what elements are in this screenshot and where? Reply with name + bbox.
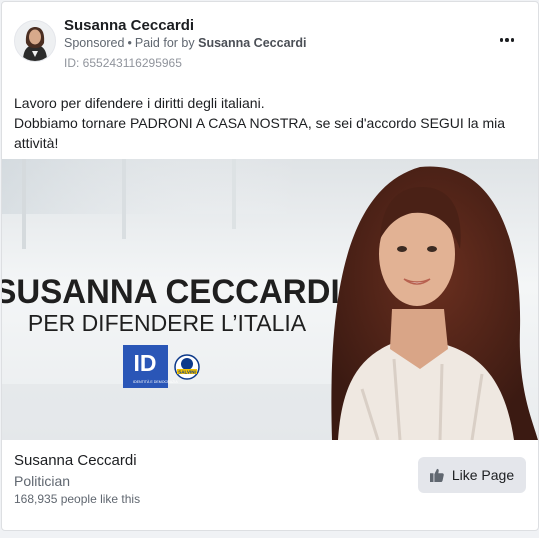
like-page-label: Like Page xyxy=(451,467,515,483)
ad-card: Susanna Ceccardi Sponsored • Paid for by S… xyxy=(1,1,539,531)
ad-id: ID: 655243116295965 xyxy=(64,56,182,70)
meta-separator: • xyxy=(127,36,132,50)
page-name-link[interactable]: Susanna Ceccardi xyxy=(64,17,194,34)
logo-id-letters: ID xyxy=(134,350,157,376)
like-page-button[interactable]: Like Page xyxy=(418,457,526,493)
message-line: Lavoro per difendere i diritti degli ita… xyxy=(14,95,265,111)
avatar-portrait xyxy=(15,21,55,61)
page-footer: Susanna Ceccardi Politician 168,935 peop… xyxy=(2,440,538,530)
page-avatar[interactable] xyxy=(14,20,56,62)
ad-image[interactable]: SUSANNA CECCARDI PER DIFENDERE L’ITALIA … xyxy=(2,159,538,440)
logo-id-caption: IDENTITÀ E DEMOCRAZIA xyxy=(133,380,178,384)
sponsored-label[interactable]: Sponsored xyxy=(64,36,124,50)
ad-creative-graphic: SUSANNA CECCARDI PER DIFENDERE L’ITALIA … xyxy=(2,159,538,440)
sponsored-line: Sponsored • Paid for by Susanna Ceccardi xyxy=(64,36,307,50)
post-header: Susanna Ceccardi Sponsored • Paid for by S… xyxy=(2,2,538,82)
paid-for-prefix: Paid for by xyxy=(134,36,195,50)
page-like-count: 168,935 people like this xyxy=(14,492,141,506)
post-message: Lavoro per difendere i diritti degli ita… xyxy=(14,93,524,153)
footer-page-name[interactable]: Susanna Ceccardi xyxy=(14,452,137,469)
paid-for-by-name[interactable]: Susanna Ceccardi xyxy=(198,36,306,50)
thumbs-up-icon xyxy=(429,468,444,482)
message-line: Dobbiamo tornare PADRONI A CASA NOSTRA, … xyxy=(14,115,506,151)
page-category: Politician xyxy=(14,473,71,489)
headline: SUSANNA CECCARDI xyxy=(2,272,340,311)
subheadline: PER DIFENDERE L’ITALIA xyxy=(28,310,307,336)
more-options-icon[interactable] xyxy=(495,30,519,50)
logo-lega-text: SALVINI xyxy=(178,370,195,375)
